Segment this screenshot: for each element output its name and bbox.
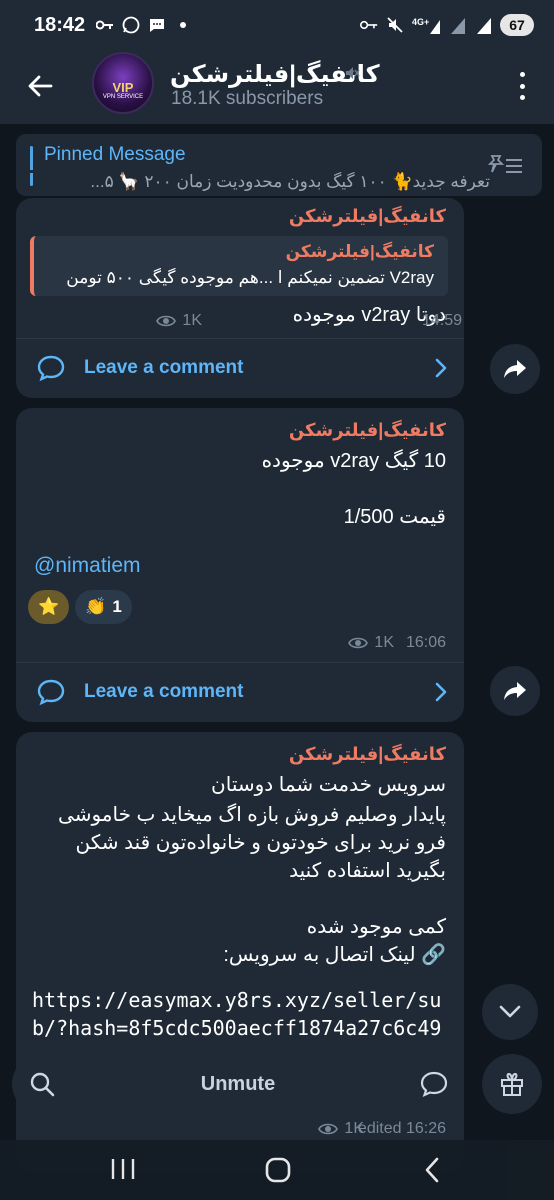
- comment-bubble-icon: [37, 679, 65, 706]
- comment-bubble-icon: [37, 355, 65, 382]
- status-bar: 18:42 4G+ 67: [0, 0, 554, 52]
- battery-indicator: 67: [500, 14, 534, 36]
- gift-button[interactable]: [482, 1054, 542, 1114]
- message-text-line: 10 گیگ v2ray موجوده: [261, 450, 446, 472]
- time-label: 16:06: [405, 634, 446, 651]
- home-button[interactable]: [264, 1156, 292, 1189]
- message-bubble[interactable]: کانفیگ|فیلترشکن کانفیگ|فیلترشکن V2ray تض…: [16, 198, 464, 398]
- mention-link[interactable]: @nimatiem: [34, 554, 141, 578]
- more-dot: [519, 83, 525, 89]
- chat-area[interactable]: Pinned Message تعرفه جدید🐈 ۱۰۰ گیگ بدون …: [0, 124, 554, 1200]
- service-link[interactable]: https://easymax.y8rs.xyz/seller/sub/?has…: [32, 986, 452, 1046]
- leave-comment-button[interactable]: Leave a comment: [16, 339, 464, 397]
- reaction-count: 1: [112, 597, 122, 616]
- message-text-line: کمی موجود شده: [306, 916, 446, 938]
- message-bubble[interactable]: کانفیگ|فیلترشکن 10 گیگ v2ray موجوده قیمت…: [16, 408, 464, 722]
- star-emoji-icon: ⭐: [38, 597, 60, 616]
- clap-emoji-icon: 👏: [85, 597, 107, 616]
- pinned-list-icon[interactable]: [487, 152, 524, 183]
- chat-header: VIP VPN SERVICE کانفیگ|فیلترشکن 18.1K su…: [0, 52, 554, 124]
- message-text-line: قیمت 1/500: [343, 506, 446, 528]
- message-meta: 1K: [348, 634, 394, 652]
- chevron-right-icon: [435, 358, 447, 378]
- vpn-key-icon: [360, 16, 378, 34]
- back-button[interactable]: [22, 68, 58, 104]
- gift-icon: [501, 1072, 523, 1096]
- key-icon: [96, 16, 114, 34]
- chat-bubble-icon: [420, 1071, 448, 1098]
- chevron-down-icon: [499, 1005, 521, 1018]
- notification-icons: [96, 16, 192, 34]
- signal-icon-2: [474, 16, 492, 34]
- message-text-line: 🔗 لینک اتصال به سرویس:: [223, 944, 446, 966]
- chevron-left-icon: [425, 1157, 439, 1183]
- recents-icon: [111, 1159, 135, 1179]
- reaction-star[interactable]: ⭐: [28, 590, 70, 624]
- home-icon: [265, 1157, 291, 1183]
- system-icons: 4G+ 67: [360, 14, 534, 36]
- reply-preview[interactable]: کانفیگ|فیلترشکن V2ray تضمین نمیکنم ا ...…: [30, 236, 448, 296]
- message-time: 16:06: [406, 634, 446, 652]
- views-eye-icon: [348, 637, 369, 649]
- time-label: 14:59: [422, 312, 463, 329]
- subscriber-count: 18.1K subscribers: [171, 88, 324, 109]
- pinned-indicator-bar: [30, 146, 33, 186]
- share-arrow-icon: [504, 360, 526, 378]
- message-sender: کانفیگ|فیلترشکن: [288, 420, 446, 440]
- status-time: 18:42: [34, 14, 86, 36]
- message-icon: [148, 16, 166, 34]
- view-count: 1K: [182, 312, 202, 329]
- muted-icon: [344, 65, 360, 86]
- message-time: 14:59: [422, 312, 462, 330]
- dot-icon: [174, 16, 192, 34]
- scroll-down-button[interactable]: [482, 984, 538, 1040]
- share-arrow-icon: [504, 682, 526, 700]
- message-text-line: سرویس خدمت شما دوستان: [211, 774, 446, 796]
- message-sender: کانفیگ|فیلترشکن: [288, 206, 446, 226]
- more-dot: [519, 95, 525, 100]
- reply-sender: کانفیگ|فیلترشکن: [285, 242, 434, 261]
- mute-speaker-icon: [386, 16, 404, 34]
- svg-text:4G+: 4G+: [412, 17, 429, 27]
- reaction-list: ⭐ 👏 1: [28, 590, 132, 624]
- message-text-line: فرو نرید برای خودتون و خانواده‌تون قند ش…: [75, 832, 446, 854]
- message-sender: کانفیگ|فیلترشکن: [288, 744, 446, 764]
- signal-icon: [448, 16, 466, 34]
- leave-comment-button[interactable]: Leave a comment: [16, 663, 464, 721]
- view-count: 1K: [374, 634, 394, 651]
- pinned-text: تعرفه جدید🐈 ۱۰۰ گیگ بدون محدودیت زمان ۲۰…: [90, 172, 490, 191]
- recents-button[interactable]: [108, 1156, 138, 1187]
- message-meta: 1K: [156, 312, 202, 330]
- network-type-icon: 4G+: [412, 16, 440, 34]
- more-dot: [519, 72, 525, 77]
- more-options-button[interactable]: [512, 68, 532, 104]
- bottom-action-bar: Unmute: [0, 1048, 554, 1128]
- search-icon: [30, 1072, 55, 1097]
- share-button[interactable]: [490, 344, 540, 394]
- arrow-left-icon: [28, 75, 53, 97]
- unmute-button[interactable]: Unmute: [88, 1054, 388, 1114]
- views-eye-icon: [156, 315, 177, 327]
- avatar-logo-subtext: VPN SERVICE: [102, 94, 144, 100]
- pinned-message-bar[interactable]: Pinned Message تعرفه جدید🐈 ۱۰۰ گیگ بدون …: [16, 134, 542, 196]
- system-back-button[interactable]: [422, 1156, 442, 1189]
- comment-label: Leave a comment: [84, 681, 244, 702]
- chevron-right-icon: [435, 682, 447, 702]
- share-button[interactable]: [490, 666, 540, 716]
- discussion-button[interactable]: [404, 1054, 464, 1114]
- message-text-line: بگیرید استفاده کنید: [289, 860, 446, 882]
- whatsapp-icon: [122, 16, 140, 34]
- channel-avatar[interactable]: VIP VPN SERVICE: [92, 52, 154, 114]
- comment-label: Leave a comment: [84, 357, 244, 378]
- search-button[interactable]: [12, 1054, 72, 1114]
- avatar-logo-text: VIP: [112, 80, 134, 95]
- reaction-clap[interactable]: 👏 1: [75, 590, 132, 624]
- message-text-line: پایدار وصلیم فروش بازه اگ میخاید ب خاموش…: [58, 804, 446, 826]
- reply-text: V2ray تضمین نمیکنم ا ...هم موجوده گیگی ۵…: [66, 268, 434, 287]
- pinned-title: Pinned Message: [44, 144, 186, 165]
- system-navigation-bar: [0, 1140, 554, 1200]
